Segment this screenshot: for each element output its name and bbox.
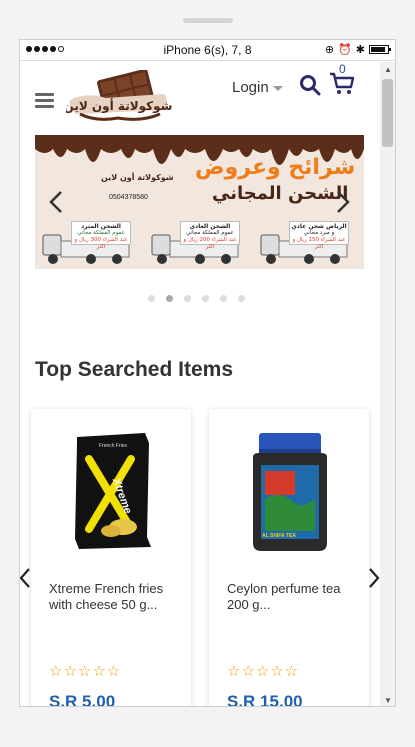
- rating-stars-icon: ☆☆☆☆☆: [227, 663, 300, 680]
- product-price: S.R 15.00: [227, 692, 303, 707]
- status-bar: iPhone 6(s), 7, 8 ⊕ ⏰ ✱: [20, 40, 395, 61]
- logo-text: شوكولاتة أون لاين: [66, 98, 172, 114]
- cart-count-badge: 0: [339, 62, 346, 76]
- banner-prev-arrow-icon[interactable]: [49, 190, 63, 214]
- carousel-dot[interactable]: [148, 295, 155, 302]
- page-content[interactable]: شوكولاتة أون لاين Login 0 شرائح وعروض ال…: [20, 62, 380, 707]
- truck-graphic-2: الشحن العادي عموم المملكة مجاني عند الشر…: [150, 221, 242, 267]
- sheet-grabber[interactable]: [183, 18, 233, 23]
- scroll-up-icon[interactable]: ▲: [384, 65, 392, 74]
- product-card[interactable]: AL SHIFA TEA Ceylon perfume tea 200 g...…: [209, 409, 369, 707]
- truck-sign-3: الرياض شحن عادي و مبرد مجاني عند الشراء …: [289, 221, 349, 250]
- battery-icon: [369, 45, 391, 54]
- banner-subheadline: الشحن المجاني: [212, 183, 349, 204]
- truck-sign-2: الشحن العادي عموم المملكة مجاني عند الشر…: [180, 221, 240, 250]
- vertical-scrollbar[interactable]: ▲ ▼: [380, 62, 395, 706]
- bluetooth-icon: ✱: [355, 44, 365, 56]
- truck-graphic-1: الشحن المبرد عموم المملكة مجاني عند الشر…: [41, 221, 133, 267]
- products-prev-arrow-icon[interactable]: [20, 567, 31, 589]
- scrollbar-thumb[interactable]: [382, 79, 393, 147]
- products-next-arrow-icon[interactable]: [368, 567, 380, 589]
- banner-headline: شرائح وعروض: [195, 155, 356, 180]
- product-image[interactable]: French Fries Xtreme: [31, 419, 191, 559]
- pack-brand-text: AL SHIFA TEA: [262, 533, 296, 539]
- carousel-dot[interactable]: [184, 295, 191, 302]
- truck-graphic-3: الرياض شحن عادي و مبرد مجاني عند الشراء …: [259, 221, 351, 267]
- banner-logo-text: شوكولاتة أون لاين: [101, 173, 174, 182]
- site-logo[interactable]: شوكولاتة أون لاين: [66, 70, 172, 130]
- orientation-lock-icon: ⊕: [324, 44, 335, 56]
- product-price: S.R 5.00: [49, 692, 116, 707]
- banner-phone: 0504378580: [109, 194, 148, 201]
- device-frame: iPhone 6(s), 7, 8 ⊕ ⏰ ✱ شوكولاتة أون لاي…: [19, 39, 396, 707]
- chevron-down-icon: [272, 85, 283, 91]
- search-icon[interactable]: [299, 74, 321, 96]
- carousel-pagination: [148, 295, 245, 302]
- svg-text:French Fries: French Fries: [99, 443, 128, 449]
- login-dropdown[interactable]: Login: [232, 79, 283, 96]
- carousel-dot[interactable]: [202, 295, 209, 302]
- alarm-icon: ⏰: [338, 44, 352, 56]
- carousel-dot[interactable]: [220, 295, 227, 302]
- product-name[interactable]: Ceylon perfume tea 200 g...: [227, 581, 362, 613]
- product-name[interactable]: Xtreme French fries with cheese 50 g...: [49, 581, 184, 613]
- product-card[interactable]: French Fries Xtreme Xtreme French fries …: [31, 409, 191, 707]
- carousel-dot[interactable]: [238, 295, 245, 302]
- menu-icon[interactable]: [35, 93, 54, 108]
- rating-stars-icon: ☆☆☆☆☆: [49, 663, 122, 680]
- banner-next-arrow-icon[interactable]: [336, 190, 350, 214]
- site-header: شوكولاتة أون لاين Login 0: [20, 62, 380, 137]
- section-title: Top Searched Items: [35, 358, 234, 381]
- carousel-dot-active[interactable]: [166, 295, 173, 302]
- promo-banner[interactable]: شرائح وعروض الشحن المجاني شوكولاتة أون ل…: [35, 135, 364, 269]
- product-image[interactable]: AL SHIFA TEA: [209, 419, 369, 559]
- scroll-down-icon[interactable]: ▼: [384, 696, 392, 705]
- login-label: Login: [232, 79, 269, 96]
- truck-sign-1: الشحن المبرد عموم المملكة مجاني عند الشر…: [71, 221, 131, 250]
